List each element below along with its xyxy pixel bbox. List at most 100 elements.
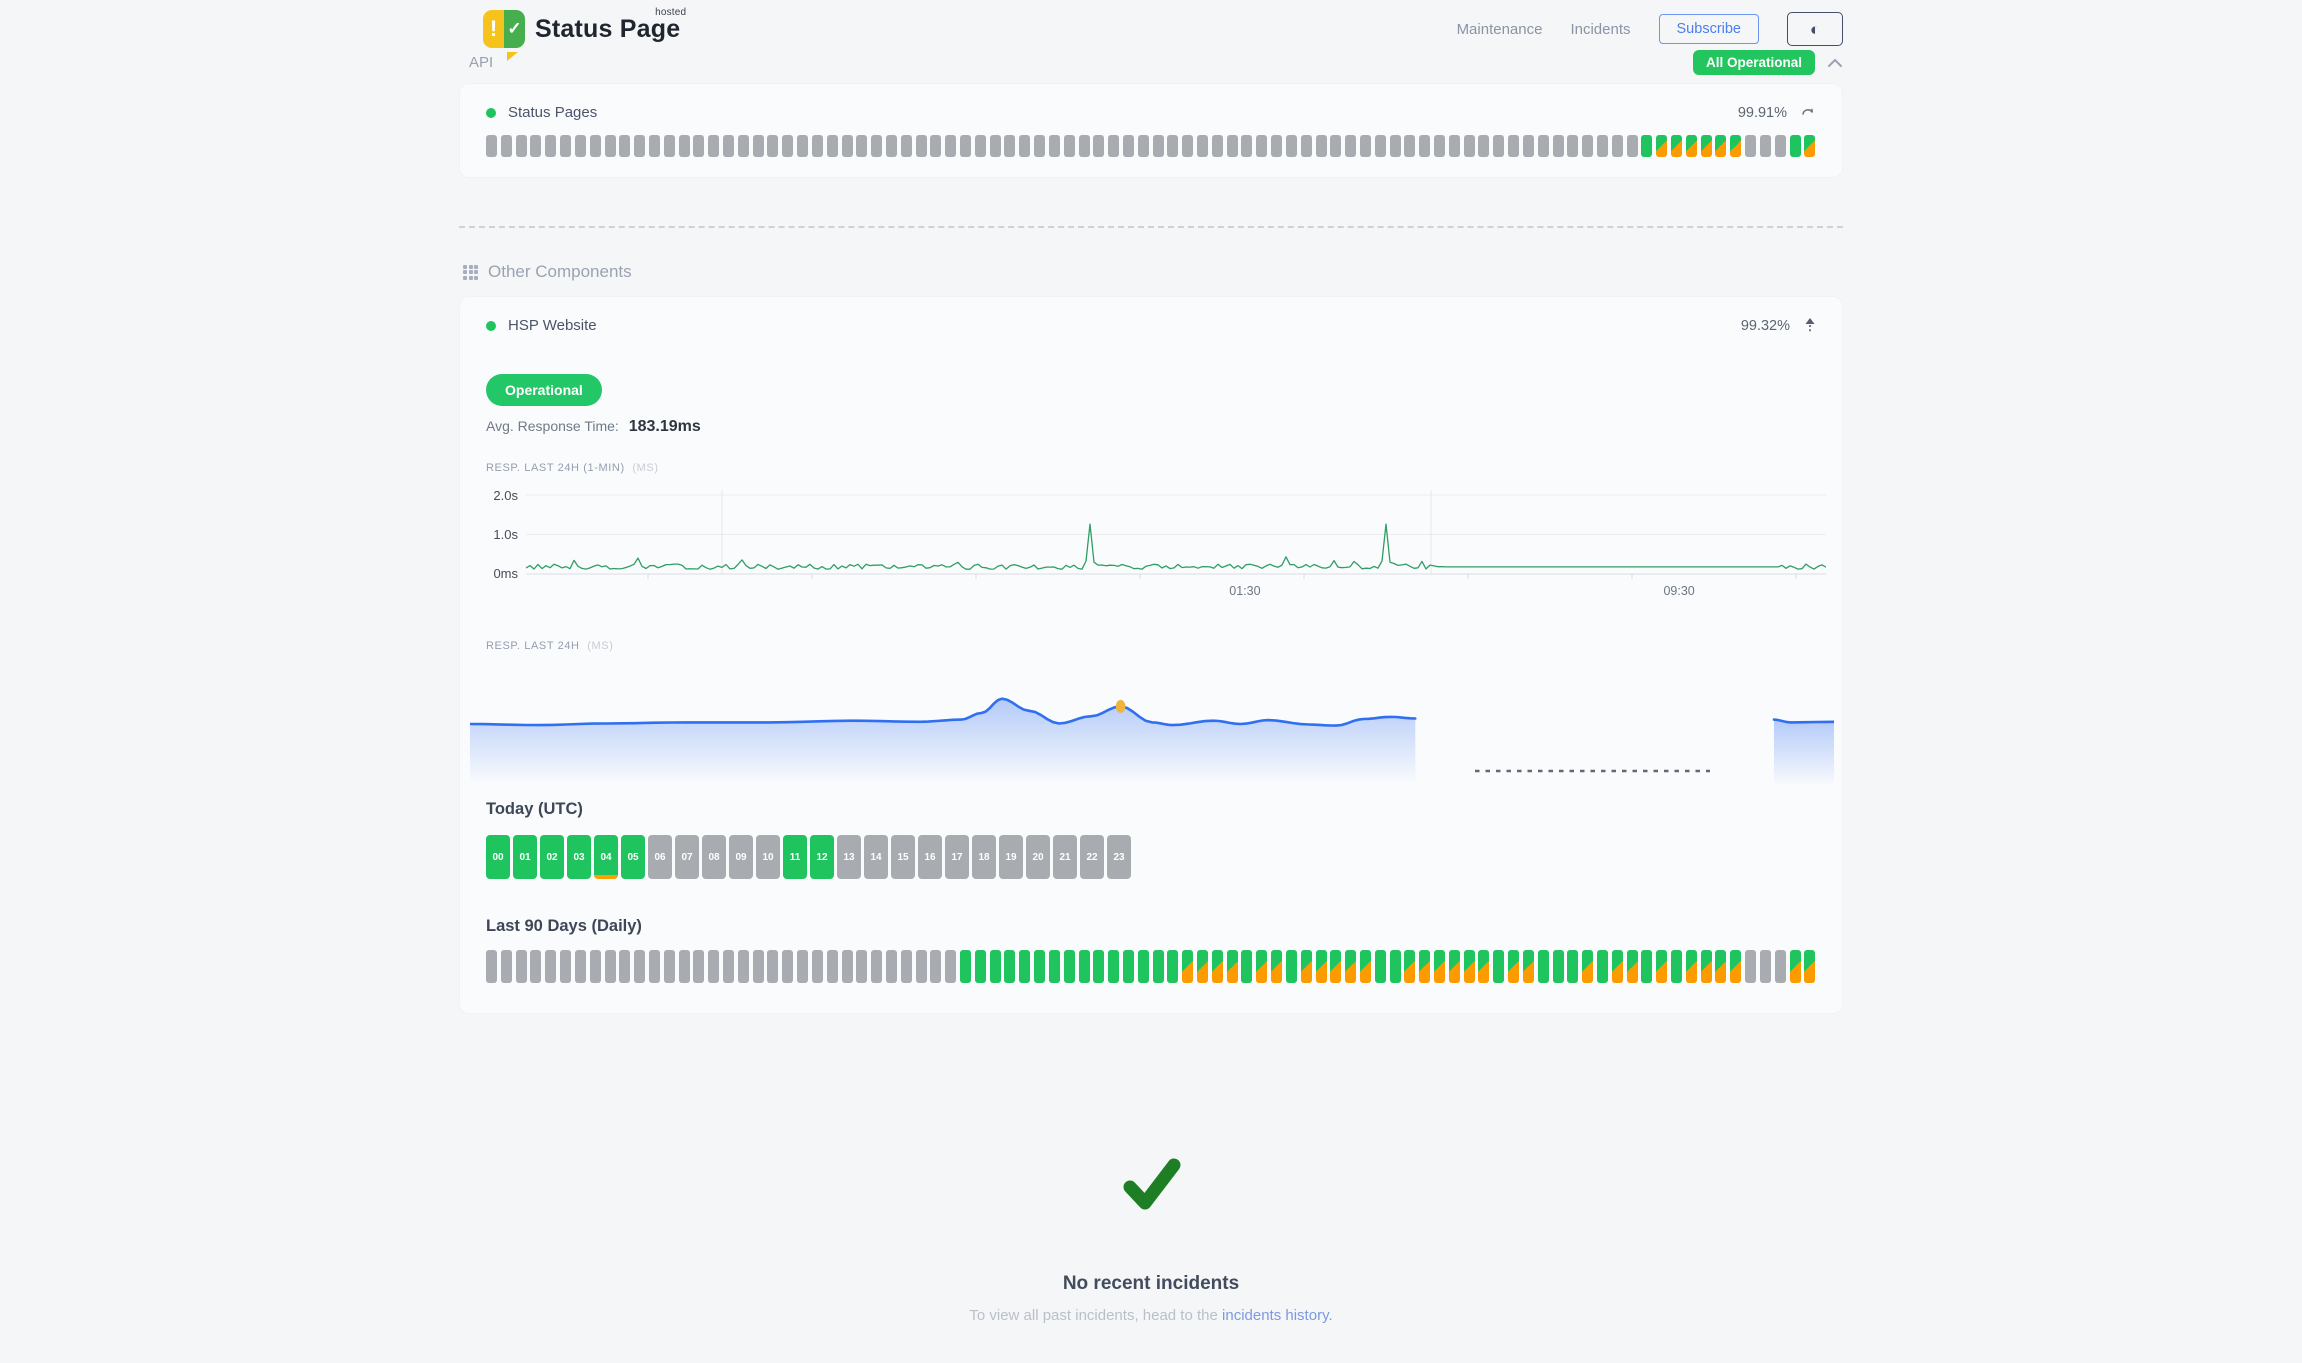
uptime-bar[interactable] (560, 950, 571, 983)
hour-block[interactable]: 05 (621, 835, 645, 879)
uptime-bar[interactable] (1464, 135, 1475, 157)
uptime-bar[interactable] (1478, 135, 1489, 157)
hour-block[interactable]: 09 (729, 835, 753, 879)
uptime-bar[interactable] (1123, 135, 1134, 157)
uptime-bar[interactable] (530, 950, 541, 983)
uptime-bar[interactable] (1286, 135, 1297, 157)
uptime-bar[interactable] (1375, 135, 1386, 157)
uptime-bar[interactable] (1760, 135, 1771, 157)
response-time-area-chart[interactable] (470, 682, 1834, 794)
uptime-bar[interactable] (871, 950, 882, 983)
hour-block[interactable]: 23 (1107, 835, 1131, 879)
uptime-bar[interactable] (812, 950, 823, 983)
uptime-bar[interactable] (1627, 135, 1638, 157)
uptime-bar[interactable] (1523, 950, 1534, 983)
uptime-bar[interactable] (1390, 135, 1401, 157)
uptime-bar[interactable] (1701, 950, 1712, 983)
uptime-bar[interactable] (1686, 950, 1697, 983)
uptime-bar[interactable] (1212, 135, 1223, 157)
uptime-bar[interactable] (679, 950, 690, 983)
incidents-history-link[interactable]: incidents history. (1222, 1307, 1333, 1324)
uptime-bar[interactable] (930, 950, 941, 983)
uptime-bar[interactable] (1449, 135, 1460, 157)
area-chart-svg[interactable] (470, 682, 1834, 794)
uptime-bar[interactable] (1804, 135, 1815, 157)
uptime-bar[interactable] (693, 135, 704, 157)
uptime-bar[interactable] (708, 135, 719, 157)
uptime-bar[interactable] (723, 950, 734, 983)
hour-block[interactable]: 10 (756, 835, 780, 879)
uptime-bar[interactable] (1686, 135, 1697, 157)
uptime-bar[interactable] (990, 950, 1001, 983)
uptime-bar[interactable] (975, 950, 986, 983)
uptime-bar[interactable] (886, 950, 897, 983)
uptime-bar[interactable] (545, 135, 556, 157)
uptime-bar[interactable] (930, 135, 941, 157)
uptime-bar[interactable] (708, 950, 719, 983)
uptime-bar[interactable] (1301, 950, 1312, 983)
uptime-bar[interactable] (516, 950, 527, 983)
uptime-bar[interactable] (664, 135, 675, 157)
subscribe-button[interactable]: Subscribe (1659, 14, 1759, 44)
uptime-bar[interactable] (1256, 950, 1267, 983)
uptime-bar[interactable] (1241, 135, 1252, 157)
uptime-bar[interactable] (856, 135, 867, 157)
uptime-bar[interactable] (679, 135, 690, 157)
uptime-bar[interactable] (605, 950, 616, 983)
collapse-arrow-icon[interactable] (1804, 317, 1816, 334)
uptime-bar[interactable] (767, 950, 778, 983)
uptime-bar[interactable] (1064, 950, 1075, 983)
uptime-bar[interactable] (1790, 950, 1801, 983)
uptime-bar[interactable] (1212, 950, 1223, 983)
uptime-bar[interactable] (1019, 135, 1030, 157)
hour-block[interactable]: 08 (702, 835, 726, 879)
uptime-bar[interactable] (1167, 950, 1178, 983)
hour-block[interactable]: 14 (864, 835, 888, 879)
uptime-bar[interactable] (753, 950, 764, 983)
uptime-bar[interactable] (590, 950, 601, 983)
uptime-bar[interactable] (634, 950, 645, 983)
uptime-bar[interactable] (1627, 950, 1638, 983)
uptime-bar[interactable] (575, 135, 586, 157)
uptime-bar[interactable] (1434, 135, 1445, 157)
uptime-bar[interactable] (916, 135, 927, 157)
uptime-bar[interactable] (634, 135, 645, 157)
uptime-bar[interactable] (723, 135, 734, 157)
response-time-chart[interactable]: 2.0s 1.0s 0ms 01:30 09:30 (486, 486, 1816, 610)
uptime-bar[interactable] (1330, 950, 1341, 983)
uptime-bar[interactable] (590, 135, 601, 157)
hour-block[interactable]: 12 (810, 835, 834, 879)
hour-block[interactable]: 06 (648, 835, 672, 879)
hour-block[interactable]: 18 (972, 835, 996, 879)
uptime-bar[interactable] (1449, 950, 1460, 983)
uptime-bar[interactable] (1316, 135, 1327, 157)
uptime-bar[interactable] (1419, 950, 1430, 983)
uptime-bar[interactable] (1079, 135, 1090, 157)
uptime-bar[interactable] (960, 135, 971, 157)
hour-block[interactable]: 20 (1026, 835, 1050, 879)
hour-block[interactable]: 17 (945, 835, 969, 879)
logo[interactable]: ! ✓ Status Page hosted (483, 10, 680, 48)
uptime-bar[interactable] (1167, 135, 1178, 157)
uptime-bar[interactable] (1375, 950, 1386, 983)
uptime-bar[interactable] (1271, 135, 1282, 157)
uptime-bar[interactable] (1775, 135, 1786, 157)
uptime-bar[interactable] (1093, 135, 1104, 157)
uptime-bar[interactable] (1612, 135, 1623, 157)
uptime-bar[interactable] (1316, 950, 1327, 983)
uptime-bar[interactable] (1641, 135, 1652, 157)
uptime-bar[interactable] (1079, 950, 1090, 983)
uptime-bar[interactable] (1478, 950, 1489, 983)
uptime-bar[interactable] (1760, 950, 1771, 983)
hour-block[interactable]: 16 (918, 835, 942, 879)
chevron-up-icon[interactable] (1827, 58, 1843, 68)
uptime-bar[interactable] (1567, 950, 1578, 983)
uptime-bar[interactable] (1508, 135, 1519, 157)
uptime-bar[interactable] (1360, 135, 1371, 157)
uptime-bar[interactable] (1656, 950, 1667, 983)
uptime-bar[interactable] (1745, 135, 1756, 157)
hour-block[interactable]: 02 (540, 835, 564, 879)
uptime-bar[interactable] (501, 135, 512, 157)
uptime-bar[interactable] (530, 135, 541, 157)
uptime-bar[interactable] (738, 135, 749, 157)
